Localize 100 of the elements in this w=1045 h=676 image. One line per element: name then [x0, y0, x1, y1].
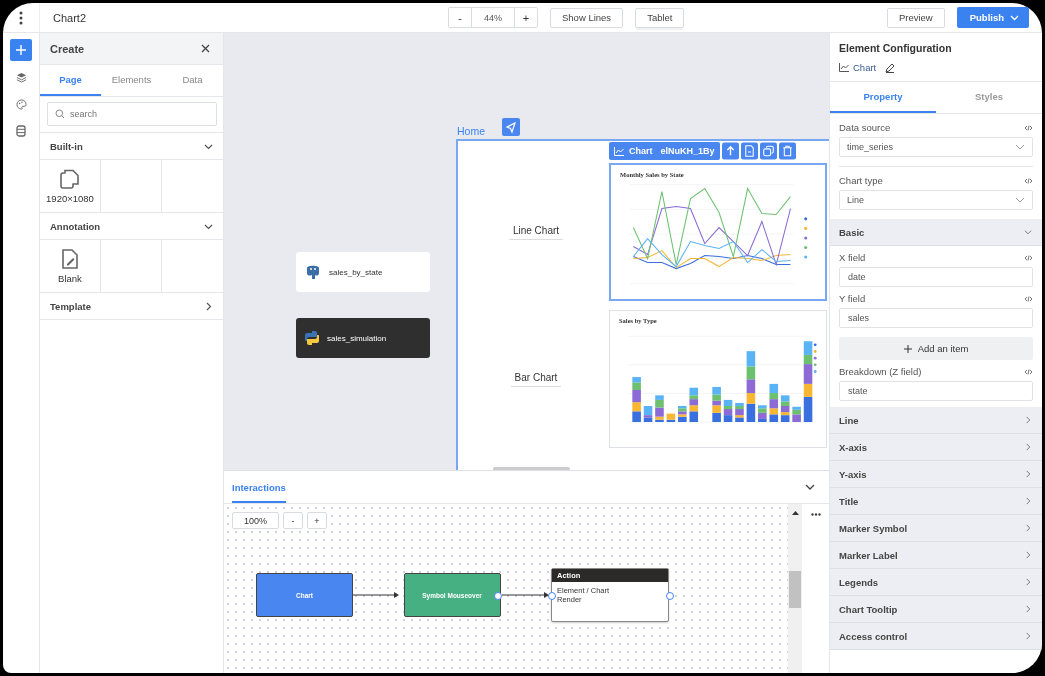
text-field[interactable]: date — [839, 267, 1033, 287]
trash-icon[interactable] — [778, 142, 796, 160]
link-icon[interactable] — [1024, 124, 1033, 131]
legend-marker — [813, 363, 817, 367]
field-label: X field — [839, 252, 866, 263]
section-header[interactable]: Title — [830, 488, 1042, 515]
bar — [746, 379, 756, 394]
link-icon[interactable] — [1024, 295, 1033, 302]
publish-button[interactable]: Publish — [956, 7, 1029, 28]
section-header[interactable]: X-axis — [830, 434, 1042, 461]
panel-tab[interactable]: Elements — [101, 65, 162, 96]
pencil-icon[interactable] — [885, 62, 896, 73]
chevron-down-icon[interactable] — [805, 483, 815, 491]
legend-marker — [813, 343, 817, 347]
connector-arrow — [501, 592, 549, 598]
chevron-down-icon — [1024, 228, 1032, 236]
dropdown[interactable]: time_series — [839, 137, 1033, 157]
text-field[interactable]: sales — [839, 308, 1033, 328]
chart-label: Bar Chart — [510, 371, 562, 387]
bar — [632, 402, 641, 412]
section-header[interactable]: Annotation — [40, 213, 223, 240]
two-tone-logo-icon — [304, 330, 320, 346]
dropdown[interactable]: Line — [839, 190, 1033, 210]
section-header[interactable]: Legends — [830, 569, 1042, 596]
chevron-right-icon — [1024, 632, 1032, 640]
legend-marker — [804, 255, 808, 259]
field-label: Data source — [839, 122, 891, 133]
connection-port[interactable] — [494, 592, 502, 600]
section-header[interactable]: Line — [830, 407, 1042, 434]
link-icon[interactable] — [1024, 368, 1033, 375]
chevron-right-icon — [1024, 443, 1032, 451]
connection-port[interactable] — [548, 592, 556, 600]
chevron-down-icon — [1015, 197, 1025, 203]
close-icon[interactable] — [201, 44, 210, 53]
chart-label: Line Chart — [508, 224, 564, 240]
up-arrow-icon[interactable] — [791, 510, 799, 515]
legend-marker — [804, 226, 808, 230]
document-icon[interactable] — [740, 142, 758, 160]
link-icon[interactable] — [1024, 254, 1033, 261]
field-label: Breakdown (Z field) — [839, 366, 922, 377]
panel-tab[interactable]: Page — [40, 65, 101, 96]
bar — [803, 341, 813, 355]
chevron-down-icon — [1015, 144, 1025, 150]
panel-tab[interactable]: Data — [162, 65, 223, 96]
copy-icon[interactable] — [759, 142, 777, 160]
move-up-icon[interactable] — [721, 142, 739, 160]
add-item-button[interactable]: Add an item — [839, 337, 1033, 360]
template-tile[interactable]: 1920×1080 — [46, 168, 94, 204]
show-lines-button[interactable]: Show Lines — [550, 7, 624, 28]
add-rail-button[interactable] — [10, 39, 32, 61]
section-header[interactable]: Marker Label — [830, 542, 1042, 569]
chevron-right-icon — [1024, 470, 1032, 478]
bar — [746, 366, 756, 380]
template-tile[interactable]: Blank — [58, 248, 82, 284]
device-button[interactable]: Tablet — [635, 7, 685, 28]
field-label: Chart type — [839, 175, 883, 186]
bar — [712, 386, 721, 395]
section-header[interactable]: Marker Symbol — [830, 515, 1042, 542]
connection-port[interactable] — [666, 592, 674, 600]
section-header[interactable]: Chart Tooltip — [830, 596, 1042, 623]
legend-marker — [804, 217, 808, 221]
section-header[interactable]: Built-in — [40, 133, 223, 160]
legend-marker — [804, 236, 808, 240]
chevron-right-icon — [1024, 497, 1032, 505]
legend-marker — [804, 245, 808, 249]
zoom-in-button[interactable]: + — [307, 512, 327, 529]
scrollbar[interactable] — [788, 504, 802, 673]
scrollbar-thumb[interactable] — [789, 571, 801, 608]
more-icon[interactable] — [19, 10, 23, 25]
legend-marker — [813, 356, 817, 360]
plus-icon — [16, 45, 26, 55]
navigation-arrow-icon[interactable] — [502, 118, 520, 136]
section-header[interactable]: Access control — [830, 623, 1042, 650]
data-source-card[interactable]: sales_simulation — [296, 318, 430, 358]
layers-icon — [15, 71, 27, 83]
link-icon[interactable] — [1024, 177, 1033, 184]
database-icon — [16, 125, 26, 137]
text-field[interactable]: state — [839, 381, 1033, 401]
zoom-level: 100% — [232, 512, 279, 529]
plus-icon — [903, 344, 912, 353]
section-header[interactable]: Y-axis — [830, 461, 1042, 488]
legend-marker — [813, 370, 817, 373]
bar — [746, 351, 756, 367]
line-chart-icon — [614, 146, 624, 156]
more-icon[interactable] — [810, 513, 821, 516]
search-field[interactable]: search — [47, 102, 217, 126]
legend-marker — [813, 350, 817, 353]
section-header[interactable]: Template — [40, 293, 223, 320]
panel-title: Element Configuration — [839, 42, 953, 54]
palette-icon — [15, 98, 27, 110]
section-header[interactable]: Basic — [830, 219, 1042, 246]
preview-button[interactable]: Preview — [886, 7, 945, 28]
data-source-card[interactable]: sales_by_state — [296, 252, 430, 292]
bar — [712, 412, 721, 422]
config-tab[interactable]: Property — [830, 82, 936, 113]
line-chart-icon — [839, 63, 849, 72]
pages-icon — [59, 168, 81, 190]
zoom-out-button[interactable]: - — [283, 512, 303, 529]
element-type: Chart — [853, 62, 877, 73]
element-label: Chart elNuKH_1By — [609, 142, 720, 160]
